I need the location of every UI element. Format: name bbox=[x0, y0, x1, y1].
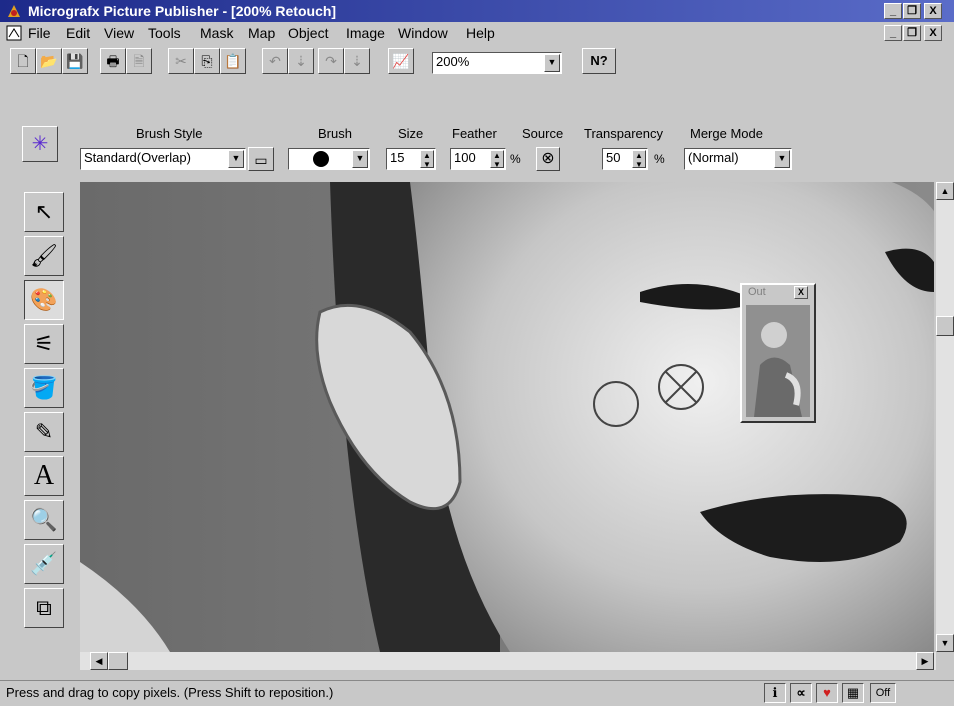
menu-file[interactable]: File bbox=[28, 25, 51, 41]
transparency-label: Transparency bbox=[584, 126, 663, 141]
menu-object[interactable]: Object bbox=[288, 25, 328, 41]
transparency-value: 50 bbox=[606, 150, 621, 165]
size-field[interactable]: 15 ▲ ▼ bbox=[386, 148, 436, 170]
save-icon[interactable]: 💾 bbox=[62, 48, 88, 74]
out-window[interactable]: Out X bbox=[740, 283, 816, 423]
size-value: 15 bbox=[390, 150, 405, 165]
vertical-scrollbar[interactable]: ▲ ▼ bbox=[936, 182, 954, 652]
source-crosshair-icon[interactable]: ⊗ bbox=[536, 147, 560, 171]
heart-icon[interactable]: ♥ bbox=[816, 683, 838, 703]
feather-label: Feather bbox=[452, 126, 497, 141]
preview-thumbnail bbox=[746, 305, 810, 417]
transparency-field[interactable]: 50 ▲ ▼ bbox=[602, 148, 648, 170]
palette-tool-icon[interactable]: 🎨 bbox=[24, 280, 64, 320]
paste-icon[interactable]: 📋 bbox=[220, 48, 246, 74]
zoom-select[interactable]: 200% ▼ bbox=[432, 52, 562, 74]
chevron-down-icon[interactable]: ▼ bbox=[352, 150, 368, 168]
undo-icon[interactable]: ↶ bbox=[262, 48, 288, 74]
app-icon bbox=[8, 5, 20, 17]
brush-style-value: Standard(Overlap) bbox=[84, 150, 191, 165]
out-window-close-button[interactable]: X bbox=[794, 286, 808, 299]
horizontal-scrollbar[interactable]: ◀ ▶ bbox=[80, 652, 936, 670]
open-icon[interactable]: 📂 bbox=[36, 48, 62, 74]
context-help-icon[interactable]: N? bbox=[582, 48, 616, 74]
scroll-left-icon[interactable]: ◀ bbox=[90, 652, 108, 670]
menu-tools[interactable]: Tools bbox=[148, 25, 181, 41]
info-icon[interactable]: ℹ bbox=[764, 683, 786, 703]
alpha-icon[interactable]: ∝ bbox=[790, 683, 812, 703]
text-tool-icon[interactable]: A bbox=[24, 456, 64, 496]
doc-minimize-button[interactable]: _ bbox=[884, 25, 902, 41]
horizontal-scroll-thumb[interactable] bbox=[108, 652, 128, 670]
zoom-value: 200% bbox=[436, 54, 470, 69]
out-window-title: Out bbox=[748, 286, 766, 298]
brush-style-select[interactable]: Standard(Overlap) ▼ bbox=[80, 148, 246, 170]
print-icon[interactable]: 🖶 bbox=[100, 48, 126, 74]
scroll-up-icon[interactable]: ▲ bbox=[936, 182, 954, 200]
menu-help[interactable]: Help bbox=[466, 25, 495, 41]
feather-unit: % bbox=[510, 152, 521, 166]
minimize-button[interactable]: _ bbox=[884, 3, 902, 19]
doc-close-button[interactable]: X bbox=[924, 25, 942, 41]
status-message: Press and drag to copy pixels. (Press Sh… bbox=[6, 685, 334, 700]
pencil-tool-icon[interactable]: ✎ bbox=[24, 412, 64, 452]
menu-mask[interactable]: Mask bbox=[200, 25, 233, 41]
copy-icon[interactable]: ⎘ bbox=[194, 48, 220, 74]
brush-label: Brush bbox=[318, 126, 352, 141]
merge-mode-select[interactable]: (Normal) ▼ bbox=[684, 148, 792, 170]
fill-tool-icon[interactable]: 🪣 bbox=[24, 368, 64, 408]
menu-edit[interactable]: Edit bbox=[66, 25, 90, 41]
size-label: Size bbox=[398, 126, 424, 141]
document-icon[interactable] bbox=[6, 25, 22, 41]
chart-icon[interactable]: 📈 bbox=[388, 48, 414, 74]
grid-icon[interactable]: ▦ bbox=[842, 683, 864, 703]
zoom-tool-icon[interactable]: 🔍 bbox=[24, 500, 64, 540]
off-indicator[interactable]: Off bbox=[870, 683, 896, 703]
feather-stepper[interactable]: ▲ ▼ bbox=[490, 150, 504, 169]
merge-mode-label: Merge Mode bbox=[690, 126, 763, 141]
window-title: Micrografx Picture Publisher - [200% Ret… bbox=[28, 3, 337, 19]
status-bar: Press and drag to copy pixels. (Press Sh… bbox=[0, 680, 954, 706]
close-button[interactable]: X bbox=[924, 3, 942, 19]
retouch-tool-icon[interactable]: ✳ bbox=[22, 126, 58, 162]
source-label: Source bbox=[522, 126, 564, 141]
title-bar: Micrografx Picture Publisher - [200% Ret… bbox=[0, 0, 954, 22]
transparency-stepper[interactable]: ▲ ▼ bbox=[632, 150, 646, 169]
brush-folder-icon[interactable]: ▭ bbox=[248, 147, 274, 171]
menu-map[interactable]: Map bbox=[248, 25, 275, 41]
scroll-down-icon[interactable]: ▼ bbox=[936, 634, 954, 652]
merge-mode-value: (Normal) bbox=[688, 150, 739, 165]
menu-bar: File Edit View Tools Mask Map Object Ima… bbox=[0, 22, 954, 44]
redo-icon[interactable]: ↷ bbox=[318, 48, 344, 74]
chevron-down-icon[interactable]: ▼ bbox=[228, 150, 244, 168]
new-icon[interactable]: 🗋 bbox=[10, 48, 36, 74]
maximize-button[interactable]: ❐ bbox=[903, 3, 921, 19]
menu-view[interactable]: View bbox=[104, 25, 134, 41]
brush-tool-icon[interactable]: 🖌 bbox=[24, 236, 64, 276]
cut-icon[interactable]: ✂ bbox=[168, 48, 194, 74]
undo-list-icon[interactable]: ⇣ bbox=[288, 48, 314, 74]
doc-restore-button[interactable]: ❐ bbox=[903, 25, 921, 41]
scroll-right-icon[interactable]: ▶ bbox=[916, 652, 934, 670]
transparency-unit: % bbox=[654, 152, 665, 166]
pointer-tool-icon[interactable]: ↖ bbox=[24, 192, 64, 232]
chevron-down-icon[interactable]: ▼ bbox=[544, 54, 560, 72]
size-stepper[interactable]: ▲ ▼ bbox=[420, 150, 434, 169]
menu-window[interactable]: Window bbox=[398, 25, 448, 41]
vertical-scroll-thumb[interactable] bbox=[936, 316, 954, 336]
redo-list-icon[interactable]: ⇣ bbox=[344, 48, 370, 74]
feather-value: 100 bbox=[454, 150, 476, 165]
menu-image[interactable]: Image bbox=[346, 25, 385, 41]
chevron-down-icon[interactable]: ▼ bbox=[774, 150, 790, 168]
brush-select[interactable]: ▼ bbox=[288, 148, 370, 170]
toolbox: ↖ 🖌 🎨 ⚟ 🪣 ✎ A 🔍 💉 ⧉ bbox=[22, 184, 72, 654]
brush-shape-icon bbox=[313, 151, 329, 167]
color-swatch-icon[interactable]: ⧉ bbox=[24, 588, 64, 628]
out-window-titlebar[interactable]: Out X bbox=[742, 285, 814, 301]
eyedropper-tool-icon[interactable]: 💉 bbox=[24, 544, 64, 584]
brush-style-label: Brush Style bbox=[136, 126, 203, 141]
feather-field[interactable]: 100 ▲ ▼ bbox=[450, 148, 506, 170]
effects-tool-icon[interactable]: ⚟ bbox=[24, 324, 64, 364]
print-preview-icon[interactable]: 🗎 bbox=[126, 48, 152, 74]
